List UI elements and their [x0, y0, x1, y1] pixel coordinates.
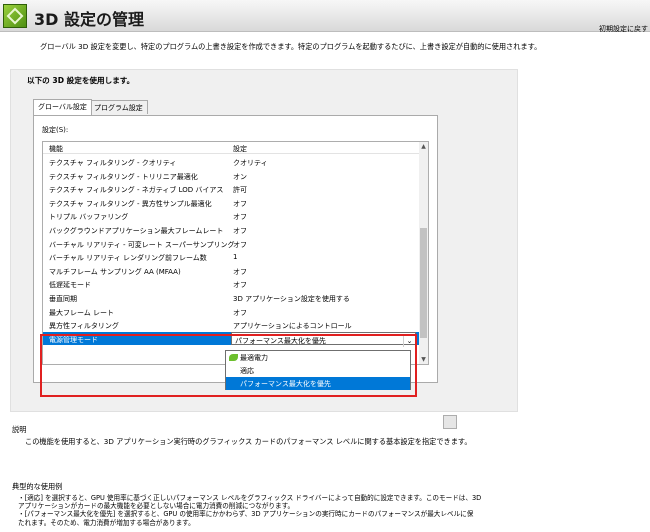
column-setting-header[interactable]: 設定 [233, 144, 247, 154]
row-value: クオリティ [233, 159, 268, 167]
list-item[interactable]: テクスチャ フィルタリング - クオリティ クオリティ [43, 155, 419, 169]
scroll-up-arrow-icon[interactable]: ▲ [419, 142, 428, 151]
list-item[interactable]: バーチャル リアリティ レンダリング前フレーム数 1 [43, 250, 419, 264]
row-feature: バーチャル リアリティ - 可変レート スーパーサンプリング [49, 240, 235, 249]
row-feature: 垂直同期 [49, 294, 77, 303]
usage-line: たれます。そのため、電力消費が増加する場合があります。 [18, 518, 195, 527]
usage-line: ・[パフォーマンス最大化を優先] を選択すると、GPU の使用率にかかわらず、3… [18, 510, 474, 519]
nvidia-3d-logo-icon [3, 4, 27, 28]
settings-rows: テクスチャ フィルタリング - クオリティ クオリティ テクスチャ フィルタリング… [43, 155, 419, 347]
row-feature: 異方性フィルタリング [49, 322, 119, 331]
list-item[interactable]: テクスチャ フィルタリング - 異方性サンプル最適化 オフ [43, 196, 419, 210]
row-feature: トリプル バッファリング [49, 213, 129, 222]
row-value: アプリケーションによるコントロール [233, 322, 352, 331]
list-item[interactable]: 最大フレーム レート オフ [43, 305, 419, 319]
list-item[interactable]: 垂直同期 3D アプリケーション設定を使用する [43, 291, 419, 305]
scroll-down-arrow-icon[interactable]: ▼ [419, 355, 428, 364]
description-label: 説明 [12, 425, 27, 434]
row-value: オフ [233, 240, 247, 249]
row-value: オフ [233, 213, 247, 222]
list-item[interactable]: バーチャル リアリティ - 可変レート スーパーサンプリング オフ [43, 237, 419, 251]
panel-heading: 以下の 3D 設定を使用します。 [27, 76, 135, 85]
list-item[interactable]: トリプル バッファリング オフ [43, 209, 419, 223]
tab-global-settings[interactable]: グローバル設定 [33, 99, 92, 115]
highlight-annotation-box [40, 334, 417, 397]
row-feature: バーチャル リアリティ レンダリング前フレーム数 [49, 254, 207, 263]
header-bar: 3D 設定の管理 初期設定に戻す [0, 0, 650, 34]
list-header: 機能 設定 [43, 142, 419, 154]
row-value: 3D アプリケーション設定を使用する [233, 294, 350, 303]
settings-label: 設定(S): [42, 126, 69, 134]
row-value: オフ [233, 267, 247, 276]
scroll-thumb[interactable] [420, 228, 427, 338]
usage-line: ・[適応] を選択すると、GPU 使用率に基づく正しいパフォーマンス レベルをグ… [18, 494, 482, 502]
typical-usage-label: 典型的な使用例 [12, 482, 63, 491]
row-feature: テクスチャ フィルタリング - トリリニア最適化 [49, 172, 198, 181]
row-feature: テクスチャ フィルタリング - 異方性サンプル最適化 [49, 199, 212, 208]
row-feature: バックグラウンドアプリケーション最大フレームレート [49, 226, 224, 235]
row-feature: テクスチャ フィルタリング - クオリティ [49, 159, 177, 167]
intro-text: グローバル 3D 設定を変更し、特定のプログラムの上書き設定を作成できます。特定… [40, 42, 542, 51]
description-text: この機能を使用すると、3D アプリケーション実行時のグラフィックス カードのパフ… [25, 437, 472, 446]
list-item[interactable]: 低遅延モード オフ [43, 277, 419, 291]
row-value: オフ [233, 281, 247, 290]
row-feature: マルチフレーム サンプリング AA (MFAA) [49, 267, 181, 276]
list-item[interactable]: テクスチャ フィルタリング - トリリニア最適化 オン [43, 169, 419, 183]
row-feature: テクスチャ フィルタリング - ネガティブ LOD バイアス [49, 186, 224, 195]
tab-program-settings[interactable]: プログラム設定 [89, 100, 148, 114]
row-value: オフ [233, 226, 247, 235]
restore-defaults-link[interactable]: 初期設定に戻す [599, 24, 648, 34]
restore-button[interactable] [443, 415, 457, 429]
row-value: 1 [233, 253, 238, 262]
list-item[interactable]: バックグラウンドアプリケーション最大フレームレート オフ [43, 223, 419, 237]
row-value: オン [233, 172, 247, 181]
column-feature-header[interactable]: 機能 [49, 144, 63, 154]
typical-usage-text: ・[適応] を選択すると、GPU 使用率に基づく正しいパフォーマンス レベルをグ… [18, 494, 481, 527]
row-feature: 低遅延モード [49, 281, 91, 290]
row-value: オフ [233, 199, 247, 208]
row-value: オフ [233, 308, 247, 317]
page-title: 3D 設定の管理 [34, 10, 144, 29]
list-item[interactable]: 異方性フィルタリング アプリケーションによるコントロール [43, 318, 419, 332]
row-value: 許可 [233, 186, 247, 195]
list-item[interactable]: マルチフレーム サンプリング AA (MFAA) オフ [43, 264, 419, 278]
list-scrollbar[interactable]: ▲ ▼ [419, 142, 428, 364]
list-item[interactable]: テクスチャ フィルタリング - ネガティブ LOD バイアス 許可 [43, 182, 419, 196]
row-feature: 最大フレーム レート [49, 308, 115, 317]
settings-list: 機能 設定 テクスチャ フィルタリング - クオリティ クオリティ テクスチャ フ… [42, 141, 429, 365]
